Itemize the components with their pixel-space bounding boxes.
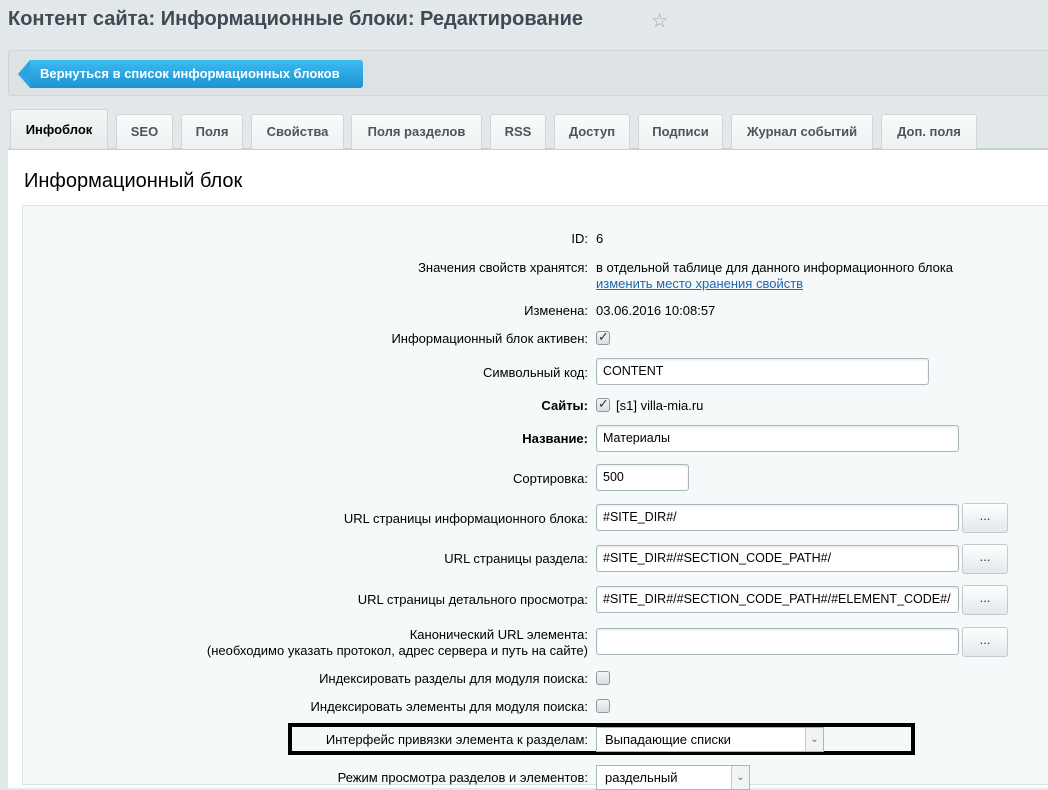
tab-seo[interactable]: SEO xyxy=(116,114,173,149)
detail-url-macro-button[interactable]: ... xyxy=(962,585,1008,615)
sort-input[interactable]: 500 xyxy=(596,464,689,491)
chevron-down-icon: ⌄ xyxy=(805,728,823,751)
view-mode-select[interactable]: раздельный ⌄ xyxy=(596,765,750,790)
index-sections-label: Индексировать разделы для модуля поиска: xyxy=(319,671,588,686)
code-label: Символьный код: xyxy=(482,365,588,380)
index-sections-checkbox[interactable] xyxy=(596,671,610,685)
sort-label: Сортировка: xyxy=(513,471,588,486)
sites-label: Сайты: xyxy=(541,398,588,413)
tab-infoblock[interactable]: Инфоблок xyxy=(10,109,108,149)
storage-value: в отдельной таблице для данного информац… xyxy=(596,260,954,275)
view-mode-label: Режим просмотра разделов и элементов: xyxy=(337,770,588,785)
tab-fields[interactable]: Поля xyxy=(181,114,243,149)
code-input[interactable]: CONTENT xyxy=(596,358,929,385)
list-url-macro-button[interactable]: ... xyxy=(962,503,1008,533)
active-checkbox[interactable] xyxy=(596,329,610,345)
id-value: 6 xyxy=(596,231,604,246)
index-elements-checkbox[interactable] xyxy=(596,699,610,713)
tab-section-fields[interactable]: Поля разделов xyxy=(351,114,482,149)
star-icon[interactable]: ☆ xyxy=(651,10,668,33)
detail-url-label: URL страницы детального просмотра: xyxy=(357,592,588,607)
detail-url-input[interactable]: #SITE_DIR#/#SECTION_CODE_PATH#/#ELEMENT_… xyxy=(596,586,959,613)
tab-access[interactable]: Доступ xyxy=(554,114,630,149)
tab-properties[interactable]: Свойства xyxy=(251,114,344,149)
view-mode-value: раздельный xyxy=(605,770,678,785)
site-value: [s1] villa-mia.ru xyxy=(616,398,704,413)
list-url-label: URL страницы информационного блока: xyxy=(343,511,588,526)
list-url-input[interactable]: #SITE_DIR#/ xyxy=(596,504,959,531)
back-to-list-button[interactable]: Вернуться в список информационных блоков xyxy=(18,60,363,88)
canonical-note: (необходимо указать протокол, адрес серв… xyxy=(206,643,588,658)
canonical-input[interactable] xyxy=(596,628,959,655)
canonical-macro-button[interactable]: ... xyxy=(962,627,1008,657)
form-container xyxy=(22,205,1048,785)
tab-subscriptions[interactable]: Подписи xyxy=(638,114,723,149)
section-url-input[interactable]: #SITE_DIR#/#SECTION_CODE_PATH#/ xyxy=(596,545,959,572)
changed-label: Изменена: xyxy=(524,303,588,318)
active-label: Информационный блок активен: xyxy=(391,331,588,346)
name-label: Название: xyxy=(522,431,588,446)
section-title: Информационный блок xyxy=(24,170,243,192)
name-input[interactable]: Материалы xyxy=(596,425,959,452)
canonical-label: Канонический URL элемента: xyxy=(409,627,588,642)
chevron-down-icon: ⌄ xyxy=(731,766,749,789)
tab-extra-fields[interactable]: Доп. поля xyxy=(881,114,977,149)
tab-rss[interactable]: RSS xyxy=(490,114,546,149)
site-checkbox[interactable] xyxy=(596,396,610,412)
section-url-macro-button[interactable]: ... xyxy=(962,544,1008,574)
storage-label: Значения свойств хранятся: xyxy=(418,260,588,275)
page-title: Контент сайта: Информационные блоки: Ред… xyxy=(8,8,584,30)
section-ui-value: Выпадающие списки xyxy=(605,732,731,747)
change-storage-link[interactable]: изменить место хранения свойств xyxy=(596,276,803,291)
tab-event-log[interactable]: Журнал событий xyxy=(731,114,873,149)
id-label: ID: xyxy=(571,231,588,246)
index-elements-label: Индексировать элементы для модуля поиска… xyxy=(310,699,588,714)
section-ui-label: Интерфейс привязки элемента к разделам: xyxy=(325,732,588,747)
section-url-label: URL страницы раздела: xyxy=(444,551,588,566)
changed-value: 03.06.2016 10:08:57 xyxy=(596,303,716,318)
section-ui-select[interactable]: Выпадающие списки ⌄ xyxy=(596,727,824,752)
